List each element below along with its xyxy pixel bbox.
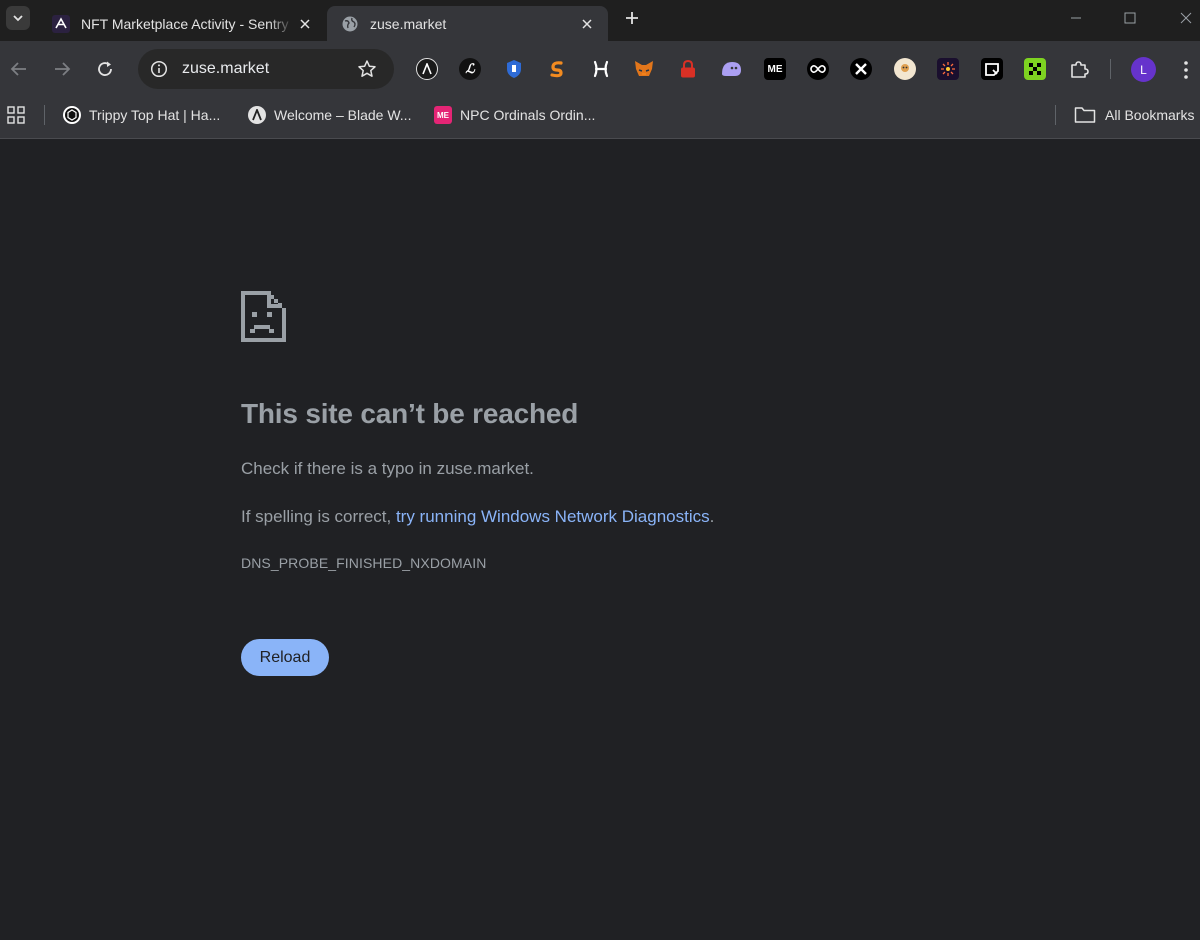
reload-browser-button[interactable] — [91, 55, 119, 83]
infinity-icon[interactable] — [807, 58, 829, 80]
bookmark-label: NPC Ordinals Ordin... — [460, 107, 596, 123]
toolbar-divider — [1110, 59, 1111, 79]
tab-sentry[interactable]: NFT Marketplace Activity - Sentry — [38, 6, 326, 41]
maximize-button[interactable] — [1116, 4, 1144, 32]
dice-icon[interactable] — [1024, 58, 1046, 80]
lock-icon[interactable] — [677, 58, 699, 80]
lace-icon[interactable]: ℒ — [459, 58, 481, 80]
metamask-fox-icon[interactable] — [633, 58, 655, 80]
blade-logo-icon — [248, 106, 266, 124]
chevron-down-icon — [13, 15, 23, 22]
bookmark-item[interactable]: ME NPC Ordinals Ordin... — [434, 103, 595, 127]
site-info-icon[interactable] — [146, 56, 172, 82]
minimize-button[interactable] — [1062, 4, 1090, 32]
ghost-icon[interactable] — [720, 58, 742, 80]
back-button[interactable] — [5, 55, 33, 83]
globe-icon — [341, 15, 359, 33]
profile-avatar[interactable]: L — [1131, 57, 1156, 82]
url-text[interactable]: zuse.market — [182, 60, 354, 78]
error-page: This site can’t be reached Check if ther… — [0, 139, 1200, 940]
vault-shield-icon[interactable] — [503, 58, 525, 80]
tab-strip: NFT Marketplace Activity - Sentry zuse.m… — [0, 0, 1200, 41]
bookmark-label: Welcome – Blade W... — [274, 107, 412, 123]
network-diagnostics-link[interactable]: try running Windows Network Diagnostics — [396, 507, 710, 526]
diagnostics-prefix: If spelling is correct, — [241, 507, 396, 526]
diagnostics-suffix: . — [709, 507, 715, 526]
arrow-left-icon — [10, 62, 26, 76]
bookmark-divider — [44, 105, 45, 125]
all-bookmarks-button[interactable]: All Bookmarks — [1074, 103, 1194, 127]
sparkle-ext-icon[interactable] — [937, 58, 959, 80]
error-title: This site can’t be reached — [241, 398, 579, 429]
reload-icon — [98, 61, 112, 76]
tab-title: NFT Marketplace Activity - Sentry — [81, 15, 289, 32]
tab-title: zuse.market — [370, 15, 447, 32]
magic-eden-icon: ME — [434, 106, 452, 124]
apps-grid-icon[interactable] — [6, 105, 28, 127]
error-code: DNS_PROBE_FINISHED_NXDOMAIN — [241, 555, 487, 571]
close-window-button[interactable] — [1172, 4, 1200, 32]
bookmark-label: Trippy Top Hat | Ha... — [89, 107, 221, 123]
bookmark-divider — [1055, 105, 1056, 125]
error-hint-typo: Check if there is a typo in zuse.market. — [241, 459, 534, 478]
h-ext-icon[interactable] — [590, 58, 612, 80]
kebab-menu-icon[interactable] — [1176, 57, 1196, 83]
plus-icon — [626, 12, 638, 24]
bookmark-item[interactable]: Trippy Top Hat | Ha... — [63, 103, 220, 127]
error-hint-diagnostics: If spelling is correct, try running Wind… — [241, 507, 714, 527]
tab-search-button[interactable] — [6, 6, 30, 30]
new-tab-button[interactable] — [620, 6, 644, 30]
close-tab-icon[interactable] — [576, 13, 598, 35]
tab-zuse-market[interactable]: zuse.market — [327, 6, 608, 41]
all-bookmarks-label: All Bookmarks — [1105, 107, 1195, 123]
minimize-icon — [1071, 17, 1081, 19]
browser-toolbar: zuse.market ℒ ME L — [0, 41, 1200, 97]
s-swap-icon[interactable] — [546, 58, 568, 80]
maximize-icon — [1124, 12, 1136, 24]
magic-eden-icon[interactable]: ME — [764, 58, 786, 80]
puzzle-extensions-icon[interactable] — [1068, 58, 1090, 80]
folder-icon — [1074, 107, 1096, 123]
hexagon-logo-icon — [63, 106, 81, 124]
close-icon — [1180, 12, 1192, 24]
sad-page-icon — [241, 291, 286, 342]
reload-button[interactable]: Reload — [241, 639, 329, 676]
avatar-ext-icon[interactable] — [894, 58, 916, 80]
arrow-right-icon — [55, 62, 71, 76]
wallet-a-icon[interactable] — [416, 58, 438, 80]
address-bar[interactable]: zuse.market — [138, 49, 394, 89]
bookmarks-bar: Trippy Top Hat | Ha... Welcome – Blade W… — [0, 97, 1200, 139]
close-tab-icon[interactable] — [294, 13, 316, 35]
sentry-logo-icon — [52, 14, 70, 33]
q-ext-icon[interactable] — [981, 58, 1003, 80]
bookmark-item[interactable]: Welcome – Blade W... — [248, 103, 411, 127]
x-cross-icon[interactable] — [850, 58, 872, 80]
bookmark-star-icon[interactable] — [354, 56, 380, 82]
forward-button[interactable] — [48, 55, 76, 83]
